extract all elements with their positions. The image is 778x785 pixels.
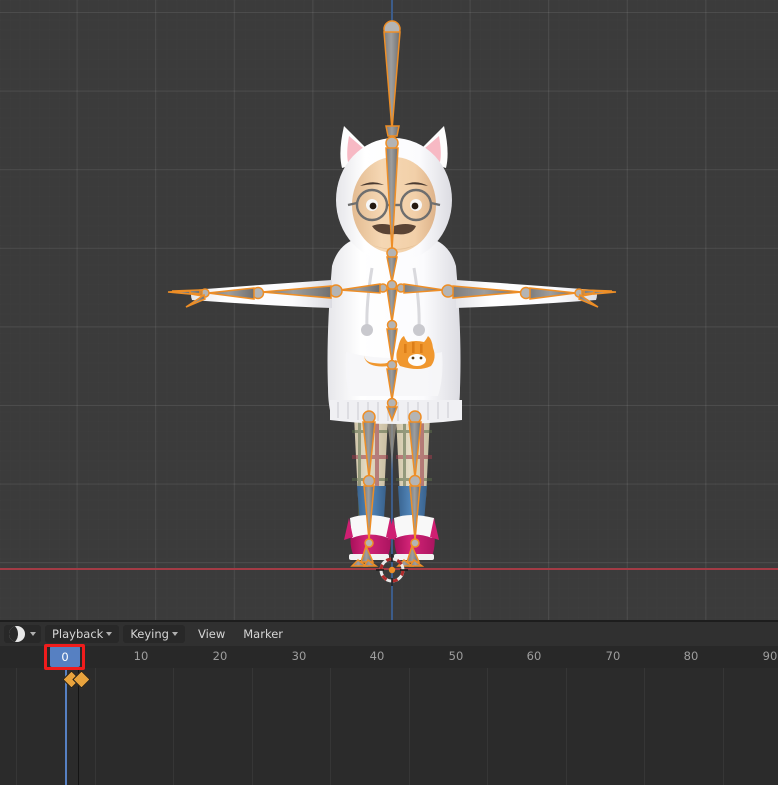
ruler-tick: 90 [762, 649, 778, 663]
ruler-tick: 30 [291, 649, 307, 663]
3d-viewport[interactable] [0, 0, 778, 620]
timeline-header: Playback Keying View Marker [0, 622, 778, 646]
editor-type-button[interactable] [4, 625, 41, 643]
current-frame-indicator[interactable]: 0 [50, 646, 80, 667]
ruler-tick: 50 [448, 649, 464, 663]
armature[interactable] [167, 20, 617, 567]
menu-marker[interactable]: Marker [234, 625, 292, 643]
ruler-tick: 10 [133, 649, 149, 663]
menu-playback[interactable]: Playback [45, 625, 120, 643]
blender-window: Playback Keying View Marker 10 20 30 40 … [0, 0, 778, 785]
bone-fingers-right [578, 289, 617, 308]
menu-keying[interactable]: Keying [123, 625, 185, 643]
timeline-ruler[interactable]: 10 20 30 40 50 60 70 80 90 [0, 646, 778, 668]
chevron-down-icon [106, 632, 113, 636]
timeline-editor: Playback Keying View Marker 10 20 30 40 … [0, 620, 778, 785]
playhead-line[interactable] [65, 668, 67, 785]
chevron-down-icon [30, 632, 36, 636]
timeline-body[interactable] [0, 668, 778, 785]
ruler-tick: 80 [683, 649, 699, 663]
ruler-tick: 20 [212, 649, 228, 663]
ruler-tick: 60 [526, 649, 542, 663]
bone-root [383, 20, 401, 137]
chevron-down-icon [171, 632, 178, 636]
menu-playback-label: Playback [52, 627, 104, 641]
menu-view[interactable]: View [189, 625, 234, 643]
ruler-tick: 70 [605, 649, 621, 663]
current-frame-value: 0 [61, 649, 69, 664]
ruler-tick: 40 [369, 649, 385, 663]
character-model[interactable] [0, 0, 778, 620]
timeline-editor-icon [9, 626, 25, 642]
bone-fingers-left [167, 289, 206, 308]
menu-keying-label: Keying [130, 627, 169, 641]
